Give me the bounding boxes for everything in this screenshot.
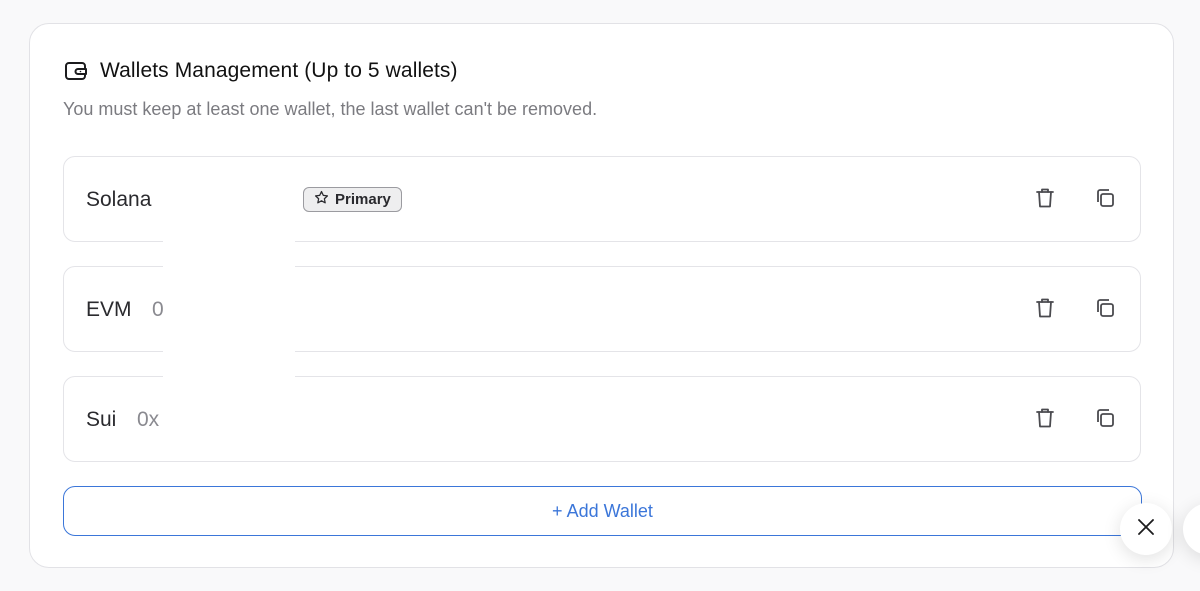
wallet-address: 0x (137, 408, 160, 431)
copy-address-button[interactable] (1090, 185, 1120, 215)
trash-icon (1035, 407, 1055, 434)
panel-subtitle: You must keep at least one wallet, the l… (63, 99, 598, 119)
copy-icon (1094, 407, 1116, 434)
wallet-chain-label: Sui (86, 408, 117, 431)
add-wallet-button[interactable]: + Add Wallet (63, 486, 1142, 536)
close-button[interactable] (1120, 503, 1172, 555)
page-title: Wallets Management (Up to 5 wallets) (100, 59, 458, 82)
panel-header: Wallets Management (Up to 5 wallets) (63, 58, 458, 84)
wallet-row-solana: Solana Primary (63, 156, 1141, 242)
wallet-icon (63, 58, 89, 84)
copy-address-button[interactable] (1090, 405, 1120, 435)
wallet-address: 0 (152, 298, 164, 321)
trash-icon (1035, 187, 1055, 214)
wallet-chain-label: Solana (86, 188, 152, 211)
delete-wallet-button[interactable] (1030, 295, 1060, 325)
primary-badge: Primary (303, 187, 402, 212)
redaction-overlay (163, 236, 295, 384)
copy-address-button[interactable] (1090, 295, 1120, 325)
delete-wallet-button[interactable] (1030, 405, 1060, 435)
wallet-chain-label: EVM (86, 298, 132, 321)
floating-action-button[interactable] (1183, 503, 1200, 555)
wallet-row-sui: Sui 0x (63, 376, 1141, 462)
delete-wallet-button[interactable] (1030, 185, 1060, 215)
copy-icon (1094, 187, 1116, 214)
close-icon (1137, 518, 1155, 541)
copy-icon (1094, 297, 1116, 324)
primary-badge-label: Primary (335, 191, 391, 208)
star-icon (314, 190, 329, 209)
trash-icon (1035, 297, 1055, 324)
